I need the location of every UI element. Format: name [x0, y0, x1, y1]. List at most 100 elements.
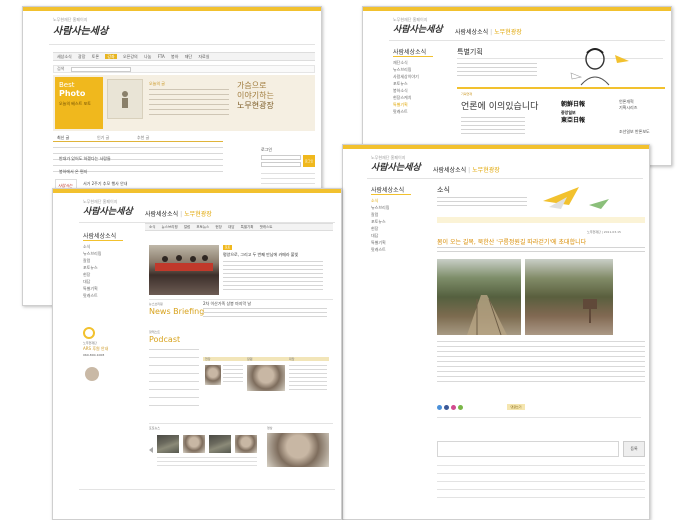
- yozm-icon[interactable]: [458, 405, 463, 410]
- sidenav-item[interactable]: 팟캐스트: [393, 108, 419, 115]
- tab-latest[interactable]: 최신 글: [57, 135, 69, 141]
- sidenav-item[interactable]: 사람세상이야기: [393, 73, 419, 80]
- submenu-item[interactable]: 현장: [215, 225, 221, 229]
- submenu-item[interactable]: 소식: [149, 225, 155, 229]
- nav-plaza[interactable]: 노무현광장: [184, 211, 212, 218]
- right-footer-label[interactable]: 조선일보 반론보도: [619, 129, 650, 135]
- sidenav-item[interactable]: 포토뉴스: [83, 264, 101, 271]
- nav-plaza[interactable]: 노무현광장: [472, 167, 500, 174]
- avatar-portrait[interactable]: [85, 367, 99, 381]
- menu-item[interactable]: 세상소식: [57, 54, 72, 59]
- login-pw-field[interactable]: [261, 162, 301, 167]
- gallery-thumb[interactable]: [183, 435, 205, 453]
- list-item[interactable]: 반대가 있어도 하겠다는 사람들: [59, 156, 111, 162]
- site-logo[interactable]: 사람사는세상: [83, 204, 133, 217]
- lead-photo[interactable]: [149, 245, 219, 295]
- banner-crowd-icon: [155, 255, 213, 271]
- sidenav-item[interactable]: 소식: [83, 243, 101, 250]
- sidenav-item[interactable]: 뉴스브리핑: [371, 204, 389, 211]
- me2day-icon[interactable]: [451, 405, 456, 410]
- window-special-feature: 노무현재단 홈페이지 사람사는세상 사람세상소식 | 노무현광장 사람세상소식 재단…: [362, 6, 672, 166]
- nav-plaza[interactable]: 노무현광장: [494, 29, 522, 36]
- sidenav-item[interactable]: 팟캐스트: [371, 246, 389, 253]
- mini-text-lines: [289, 365, 327, 391]
- article-photo-left[interactable]: [437, 259, 521, 336]
- feature-headline[interactable]: 언론에 이의있습니다: [461, 99, 538, 112]
- tab-popular[interactable]: 인기 글: [97, 135, 109, 141]
- site-logo[interactable]: 사람사는세상: [53, 22, 108, 37]
- sidenav: 소식 뉴스브리핑 칼럼 포토뉴스 현장 대담 특별기획 팟캐스트: [83, 243, 101, 299]
- gallery-thumb[interactable]: [209, 435, 231, 453]
- sidenav-item[interactable]: 칼럼: [83, 257, 101, 264]
- menu-item[interactable]: 자료실: [198, 54, 209, 59]
- sidenav-item[interactable]: 대담: [83, 278, 101, 285]
- menu-item[interactable]: 오픈강의: [123, 54, 138, 59]
- sidenav-item[interactable]: 팟캐스트: [83, 292, 101, 299]
- sidenav-item[interactable]: 포토뉴스: [371, 218, 389, 225]
- submenu-item[interactable]: 포토뉴스: [196, 225, 209, 229]
- gallery-thumb[interactable]: [157, 435, 179, 453]
- news-briefing-title[interactable]: News Briefing: [149, 307, 204, 316]
- comment-textarea[interactable]: [437, 441, 619, 457]
- tab-recommended[interactable]: 추천 글: [137, 135, 149, 141]
- lead-title[interactable]: 평양으로, 그리고 두 번째 만남에 카메라 불빛: [223, 252, 298, 258]
- menu-item[interactable]: 재단: [185, 54, 192, 59]
- sidenav-item[interactable]: 특별기획: [371, 239, 389, 246]
- site-logo[interactable]: 사람사는세상: [371, 160, 421, 173]
- search-input[interactable]: [71, 67, 131, 72]
- login-button[interactable]: 로그인: [303, 155, 315, 167]
- mini-photo[interactable]: [247, 365, 285, 391]
- submit-button[interactable]: 등록: [623, 441, 645, 457]
- best-photo-tile[interactable]: Best Photo 오늘의 베스트 포토: [55, 77, 103, 129]
- nav-news[interactable]: 사람세상소식: [145, 211, 178, 218]
- menu-item[interactable]: 나눔: [144, 54, 151, 59]
- comment-button[interactable]: 댓글쓰기: [507, 404, 525, 410]
- article-photo-right[interactable]: [525, 259, 613, 335]
- video-thumb[interactable]: [267, 433, 329, 467]
- submenu-item[interactable]: 특별기획: [241, 225, 254, 229]
- article-byline: 노무현재단 | 2011.03.15: [587, 230, 621, 234]
- list-item[interactable]: 봉하에서 온 편지: [59, 169, 87, 175]
- gallery-thumb[interactable]: [235, 435, 257, 453]
- nav-news[interactable]: 사람세상소식: [433, 167, 466, 174]
- best-photo-label-2: Photo: [59, 89, 86, 98]
- ars-promo[interactable]: 노무현재단 ARS 후원 안내 060-800-1008: [83, 327, 123, 363]
- intro-text-lines: [457, 63, 537, 77]
- menu-item-active[interactable]: 강좌: [105, 54, 117, 59]
- sidenav-item[interactable]: 재단소식: [393, 59, 419, 66]
- mini-photo[interactable]: [205, 365, 221, 385]
- sidenav-item[interactable]: 봉하소식: [393, 87, 419, 94]
- news-headline[interactable]: 2차 이산가족 상봉 마지막 날: [203, 301, 251, 307]
- sidenav-item[interactable]: 뉴스브리핑: [83, 250, 101, 257]
- right-label[interactable]: 기획시리즈: [619, 105, 650, 111]
- sidenav-item[interactable]: 칼럼: [371, 211, 389, 218]
- sidenav-item[interactable]: 특별기획: [83, 285, 101, 292]
- sidenav-item-active[interactable]: 특별기획: [393, 101, 419, 108]
- sidenav-item[interactable]: 뉴스브리핑: [393, 66, 419, 73]
- sidenav-item[interactable]: 현장스케치: [393, 94, 419, 101]
- list-item[interactable]: 서거 2주기 추모 행사 안내: [83, 181, 127, 187]
- submenu-item[interactable]: 팟캐스트: [260, 225, 273, 229]
- menu-item[interactable]: 토론: [92, 54, 99, 59]
- submenu-item[interactable]: 뉴스브리핑: [162, 225, 178, 229]
- sidenav-item[interactable]: 포토뉴스: [393, 80, 419, 87]
- submenu-item[interactable]: 칼럼: [184, 225, 190, 229]
- menu-item[interactable]: 광장: [78, 54, 85, 59]
- nav-news[interactable]: 사람세상소식: [455, 29, 488, 36]
- sidenav-item[interactable]: 현장: [371, 225, 389, 232]
- twitter-icon[interactable]: [437, 405, 442, 410]
- sidenav-item[interactable]: 현장: [83, 271, 101, 278]
- site-logo[interactable]: 사람사는세상: [393, 22, 443, 35]
- prev-arrow-icon[interactable]: [149, 447, 153, 453]
- submenu-item[interactable]: 대담: [228, 225, 234, 229]
- sidenav-item-active[interactable]: 소식: [371, 197, 389, 204]
- sidenav-title: 사람세상소식: [83, 233, 117, 240]
- menu-item[interactable]: FTA: [158, 54, 165, 59]
- hero-photo[interactable]: [107, 79, 143, 119]
- sidenav-item[interactable]: 대담: [371, 232, 389, 239]
- podcast-title[interactable]: Podcast: [149, 335, 180, 344]
- facebook-icon[interactable]: [444, 405, 449, 410]
- menu-item[interactable]: 봉하: [171, 54, 178, 59]
- login-id-field[interactable]: [261, 155, 301, 160]
- lead-divider: [149, 299, 333, 300]
